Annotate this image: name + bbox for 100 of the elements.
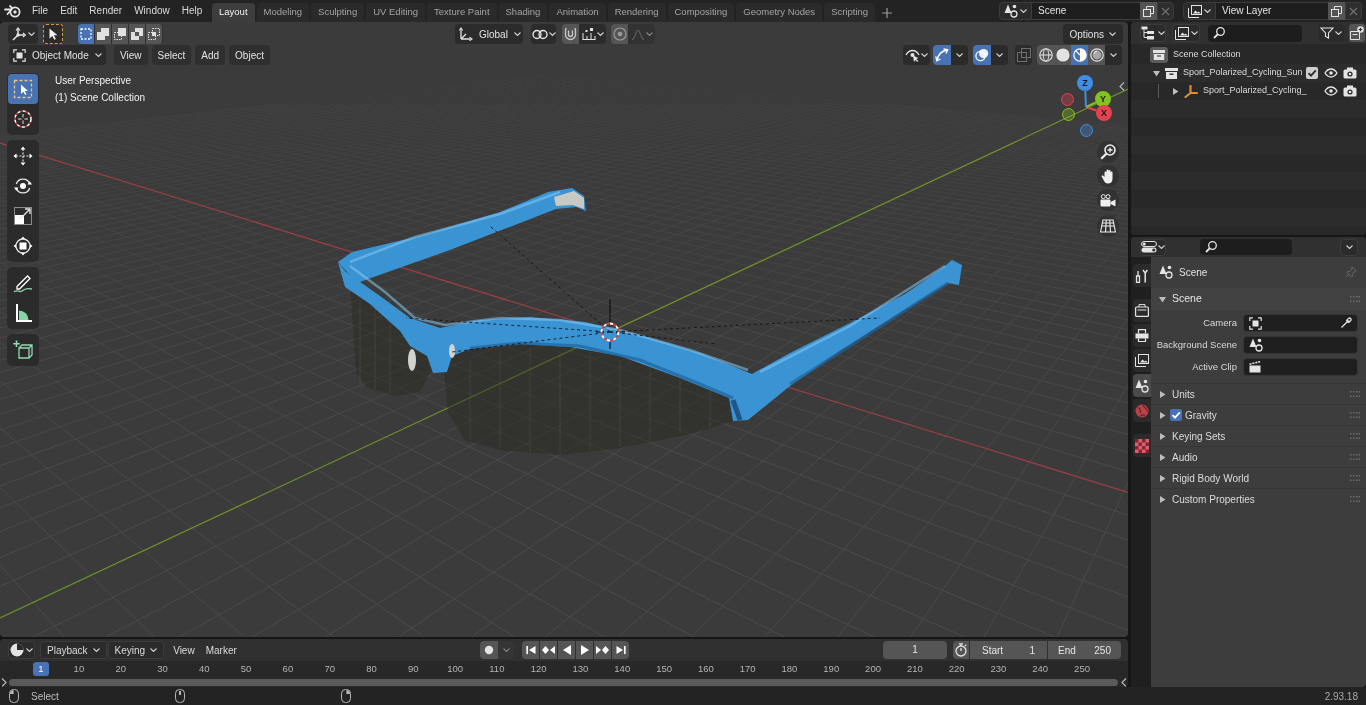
shading-dropdown[interactable] <box>1105 45 1122 65</box>
axis-handle[interactable]: X <box>1096 105 1112 121</box>
workspace-tab[interactable]: Geometry Nodes <box>736 3 823 22</box>
menu-item[interactable]: Edit <box>54 0 84 22</box>
preview-range-toggle[interactable] <box>953 641 969 659</box>
playback-button[interactable] <box>522 641 539 659</box>
selection-mode-button[interactable] <box>146 24 163 44</box>
axis-handle[interactable]: Z <box>1077 75 1093 91</box>
workspace-tab[interactable]: Sculpting <box>311 3 365 22</box>
header-menu[interactable]: Add <box>195 45 226 65</box>
snap-toggle[interactable] <box>562 24 579 44</box>
eye-icon[interactable] <box>1324 68 1338 78</box>
duplicate-scene-button[interactable] <box>1140 2 1157 20</box>
workspace-tab[interactable]: Texture Paint <box>427 3 497 22</box>
new-collection-button[interactable] <box>1349 24 1365 42</box>
playback-button[interactable] <box>612 641 629 659</box>
workspace-tab[interactable]: Layout <box>212 3 255 22</box>
view-layer-tab[interactable] <box>1133 349 1151 372</box>
header-menu[interactable]: Object <box>229 45 270 65</box>
scene-browse-button[interactable] <box>999 2 1032 20</box>
checkbox[interactable] <box>1170 409 1182 421</box>
camera-field[interactable] <box>1243 314 1358 332</box>
scene-name-field[interactable]: Scene <box>1032 2 1140 20</box>
gizmo-toggle[interactable] <box>933 45 951 65</box>
overlays-dropdown[interactable] <box>991 45 1008 65</box>
drag-grip-icon[interactable] <box>1350 296 1360 302</box>
app-logo-icon[interactable] <box>3 4 21 18</box>
output-tab[interactable] <box>1133 324 1151 347</box>
editor-type-button[interactable] <box>1140 238 1166 256</box>
header-menu[interactable]: View <box>114 45 148 65</box>
panel-header[interactable]: Scene <box>1151 288 1366 310</box>
shading-mode-button[interactable] <box>1037 45 1054 65</box>
menu-dropdown[interactable]: Keying <box>107 641 165 659</box>
playhead-frame-badge[interactable]: 1 <box>33 662 49 676</box>
drag-grip-icon[interactable] <box>1350 475 1360 481</box>
workspace-tab[interactable]: UV Editing <box>366 3 426 22</box>
selection-mode-button[interactable] <box>78 24 95 44</box>
eyedropper-icon[interactable] <box>1340 317 1352 329</box>
workspace-tab[interactable]: Compositing <box>667 3 735 22</box>
playback-button[interactable] <box>540 641 557 659</box>
disclosure-triangle-icon[interactable] <box>1153 69 1160 77</box>
menu-item[interactable]: Window <box>128 0 176 22</box>
tool-settings-tab[interactable] <box>1133 264 1151 287</box>
add-cube-tool[interactable] <box>7 334 39 366</box>
playback-button[interactable] <box>594 641 611 659</box>
snap-target-dropdown[interactable] <box>579 24 606 44</box>
menu-dropdown[interactable]: Playback <box>40 641 107 659</box>
shading-mode-button[interactable] <box>1054 45 1071 65</box>
xray-toggle[interactable] <box>1015 45 1032 65</box>
playback-button[interactable] <box>576 641 593 659</box>
header-menu[interactable]: Select <box>151 45 192 65</box>
pivot-dropdown[interactable] <box>531 24 556 44</box>
editor-type-button[interactable] <box>8 24 38 44</box>
gizmo-dropdown[interactable] <box>951 45 968 65</box>
orientation-dropdown[interactable]: Global <box>455 24 523 44</box>
chevron-left-icon[interactable] <box>1121 677 1127 687</box>
shading-mode-button[interactable] <box>1088 45 1105 65</box>
proportional-editing-toggle[interactable] <box>611 24 628 44</box>
search-field[interactable] <box>1208 24 1302 42</box>
drag-grip-icon[interactable] <box>1350 412 1360 418</box>
selection-mode-button[interactable] <box>129 24 146 44</box>
include-checkbox[interactable] <box>1306 67 1318 79</box>
start-frame-field[interactable]: Start 1 <box>970 641 1047 659</box>
selection-mode-button[interactable] <box>95 24 112 44</box>
axis-handle[interactable]: Y <box>1095 91 1111 107</box>
auto-keying-toggle[interactable] <box>480 641 498 659</box>
disclosure-triangle-icon[interactable] <box>1172 87 1179 95</box>
chevron-left-icon[interactable] <box>1119 82 1125 91</box>
outliner-item-label[interactable]: Scene Collection <box>1173 48 1241 62</box>
workspace-tab[interactable]: Scripting <box>824 3 876 22</box>
menu-item[interactable]: File <box>26 0 55 22</box>
scene-tab[interactable] <box>1133 374 1151 397</box>
texture-tab[interactable] <box>1133 434 1151 457</box>
menu-item[interactable]: Render <box>83 0 129 22</box>
render-tab[interactable] <box>1133 299 1151 322</box>
filter-dropdown[interactable] <box>1318 24 1344 42</box>
editor-type-button[interactable] <box>8 641 35 659</box>
pan-button[interactable] <box>1097 165 1119 187</box>
eye-icon[interactable] <box>1324 86 1338 96</box>
drag-grip-icon[interactable] <box>1350 496 1360 502</box>
workspace-tab[interactable]: Modeling <box>256 3 310 22</box>
camera-icon[interactable] <box>1343 85 1357 97</box>
workspace-tab[interactable]: Animation <box>549 3 606 22</box>
view-layer-filter-dropdown[interactable] <box>1172 24 1200 42</box>
options-dropdown[interactable] <box>1340 238 1358 256</box>
playback-button[interactable] <box>558 641 575 659</box>
outliner-item-label[interactable]: Sport_Polarized_Cycling_Sun <box>1183 66 1303 80</box>
select-box-tool[interactable] <box>8 74 38 104</box>
mode-dropdown[interactable]: Object Mode <box>9 45 106 65</box>
options-dropdown[interactable]: Options <box>1062 24 1123 44</box>
negative-axis-handle[interactable] <box>1061 107 1075 121</box>
shading-mode-button[interactable] <box>1071 45 1088 65</box>
display-mode-dropdown[interactable] <box>1140 24 1166 42</box>
view-layer-browse-button[interactable] <box>1183 2 1216 20</box>
workspace-tab[interactable]: Shading <box>498 3 548 22</box>
add-workspace-icon[interactable] <box>882 7 893 18</box>
duplicate-view-layer-button[interactable] <box>1328 2 1345 20</box>
outliner-item-label[interactable]: Sport_Polarized_Cycling_ <box>1203 84 1307 98</box>
zoom-button[interactable] <box>1097 141 1119 163</box>
camera-icon[interactable] <box>1343 67 1357 79</box>
